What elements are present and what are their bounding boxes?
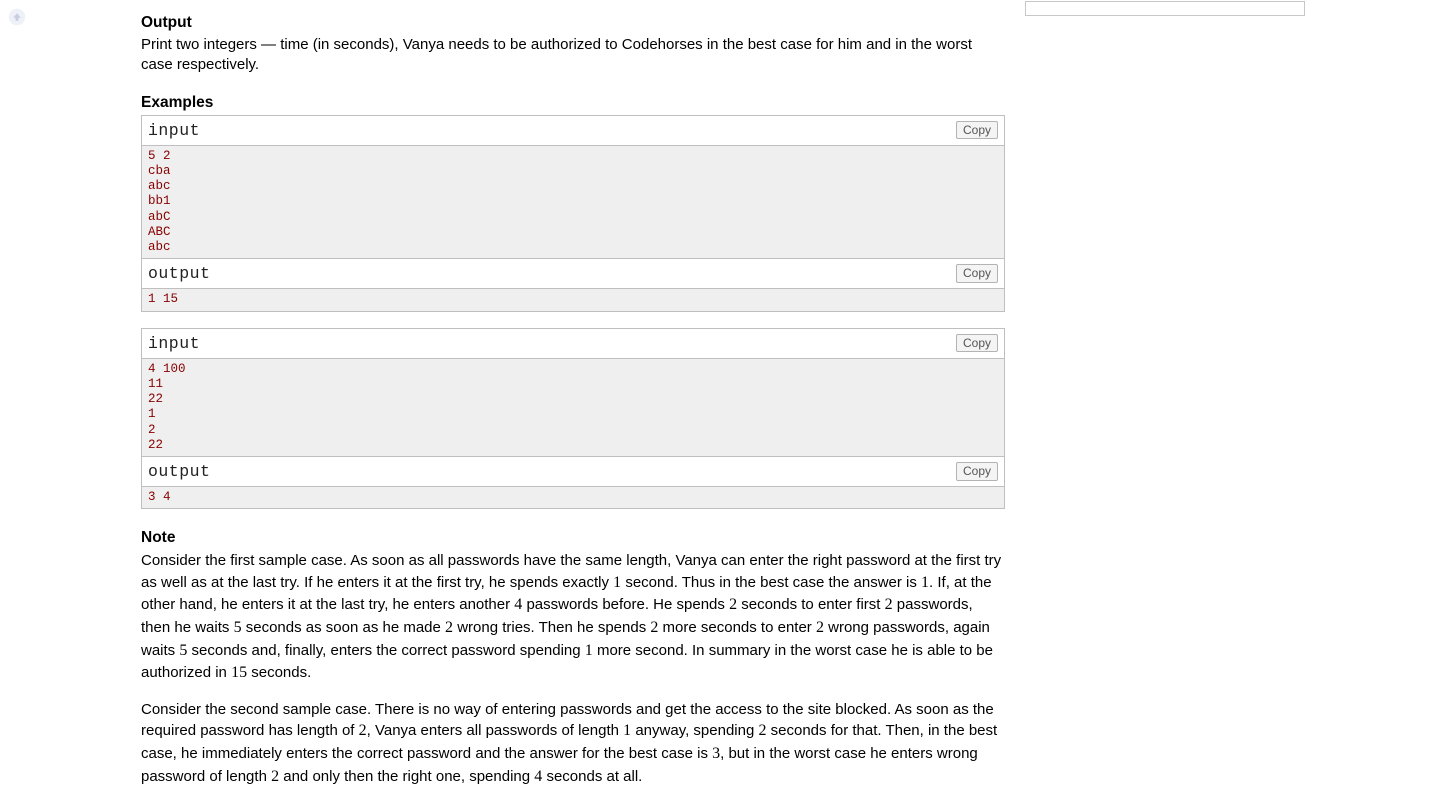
output-header: output Copy [142,259,1004,289]
input-header: input Copy [142,116,1004,146]
output-title: Output [141,14,1005,32]
output-content: 1 15 [142,289,1004,310]
note-title: Note [141,529,1005,547]
input-label: input [148,121,200,140]
copy-button[interactable]: Copy [956,462,998,481]
output-header: output Copy [142,457,1004,487]
arrow-up-icon [8,8,26,26]
input-label: input [148,334,200,353]
copy-button[interactable]: Copy [956,121,998,140]
examples-title: Examples [141,94,1005,112]
output-label: output [148,264,210,283]
sample-test: input Copy 4 100 11 22 1 2 22 output Cop… [141,328,1005,510]
problem-statement: Output Print two integers — time (in sec… [141,14,1005,803]
output-content: 3 4 [142,487,1004,508]
copy-button[interactable]: Copy [956,264,998,283]
output-label: output [148,462,210,481]
scroll-to-top[interactable] [8,8,26,26]
note-paragraph-2: Consider the second sample case. There i… [141,699,1005,788]
note-paragraph-1: Consider the first sample case. As soon … [141,550,1005,685]
output-text: Print two integers — time (in seconds), … [141,35,1005,76]
sidebar [1025,14,1305,16]
sidebar-box [1025,1,1305,16]
input-header: input Copy [142,329,1004,359]
input-content: 5 2 cba abc bb1 abC ABC abc [142,146,1004,260]
copy-button[interactable]: Copy [956,334,998,353]
sample-test: input Copy 5 2 cba abc bb1 abC ABC abc o… [141,115,1005,312]
input-content: 4 100 11 22 1 2 22 [142,359,1004,458]
